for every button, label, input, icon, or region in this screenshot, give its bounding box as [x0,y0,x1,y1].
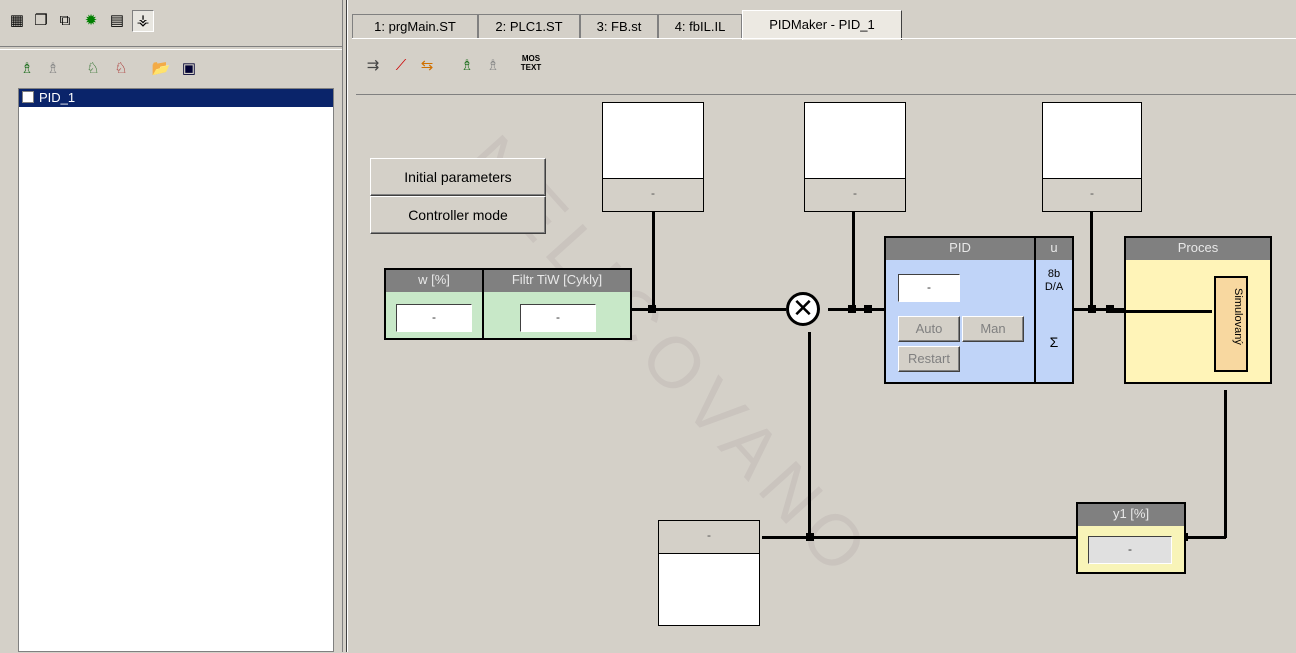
bug-icon[interactable]: ✹ [80,10,102,32]
display-value: - [805,178,905,211]
junction-node [864,305,872,313]
simulated-label: Simulovaný [1232,288,1244,345]
da-label: 8b D/A [1036,268,1072,294]
man-button[interactable]: Man [962,316,1024,342]
copy-icon[interactable]: ❐ [30,10,52,32]
display-value: - [1043,178,1141,211]
display-top-mid[interactable]: - [804,102,906,212]
wire-into-simulated [1106,310,1212,313]
filter-input[interactable]: - [520,304,596,332]
pid-header: PID [886,238,1034,260]
da-line2: D/A [1044,281,1064,293]
block-divider [1034,238,1036,382]
tree-item-checkbox[interactable] [22,91,34,103]
project-tree[interactable]: PID_1 [18,88,334,652]
wire-sum-pid [828,308,886,311]
pid-toolbar: ⇉ ⟋ ⇆ ♗ ♗ MOS TEXT [356,48,656,84]
pid-output-field[interactable]: - [898,274,960,302]
y1-block: y1 [%] - [1076,502,1186,574]
display-value: - [659,521,759,554]
mos-text-line1: MOS [521,54,541,63]
wire-process-down [1224,390,1227,538]
sigma-label: Σ [1049,334,1059,350]
controller-mode-button[interactable]: Controller mode [370,196,546,234]
wire-feedback-up [808,332,811,538]
tree-item-pid-1[interactable]: PID_1 [19,89,333,107]
open-folder-icon[interactable]: 📂 [150,58,172,80]
save-icon[interactable]: ▣ [178,58,200,80]
summing-junction: ✕ [786,292,820,326]
mos-text-line2: TEXT [520,63,542,72]
da-line1: 8b [1047,268,1061,280]
run-icon[interactable]: ♗ [16,58,38,80]
w-input[interactable]: - [396,304,472,332]
wire-to-y1 [1186,536,1226,539]
setpoint-block: w [%] Filtr TiW [Cykly] - - [384,268,632,340]
tab-plc1[interactable]: 2: PLC1.ST [478,14,580,38]
wire-top-mid-display [852,212,855,310]
y1-value-field[interactable]: - [1088,536,1172,564]
y1-header: y1 [%] [1078,504,1184,526]
block-divider [482,270,484,340]
filter-header: Filtr TiW [Cykly] [484,270,630,292]
junction-node [648,305,656,313]
wire-top-left-display [652,212,655,310]
tab-fbil[interactable]: 4: fbIL.IL [658,14,742,38]
display-top-right[interactable]: - [1042,102,1142,212]
restart-button[interactable]: Restart [898,346,960,372]
auto-button[interactable]: Auto [898,316,960,342]
simulated-button[interactable]: Simulovaný [1214,276,1248,372]
initial-parameters-button[interactable]: Initial parameters [370,158,546,196]
junction-node [848,305,856,313]
u-header: u [1036,238,1072,260]
panel-splitter[interactable] [342,0,352,652]
tab-prgmain[interactable]: 1: prgMain.ST [352,14,478,38]
refresh-icon[interactable]: ⇆ [416,55,438,77]
remove-node-icon[interactable]: ♘ [110,58,132,80]
files-icon[interactable]: ▦ [6,10,28,32]
toolbar-separator [0,46,342,50]
display-bottom[interactable]: - [658,520,760,626]
junction-node [1088,305,1096,313]
mos-text-icon[interactable]: MOS TEXT [518,54,544,72]
process-header: Proces [1126,238,1270,260]
display-top-left[interactable]: - [602,102,704,212]
library-icon[interactable]: ▤ [106,10,128,32]
pages-icon[interactable]: ⧉ [54,10,76,32]
tab-pidmaker[interactable]: PIDMaker - PID_1 [742,10,902,40]
stop-icon[interactable]: ♗ [482,55,504,77]
run-icon[interactable]: ♗ [456,55,478,77]
wire-top-right-display [1090,212,1093,310]
tab-strip-line [352,38,1296,39]
tree-item-label: PID_1 [39,90,76,105]
junction-node [806,533,814,541]
stop-icon[interactable]: ♗ [42,58,64,80]
network-icon[interactable]: ⚶ [132,10,154,32]
export-icon[interactable]: ⇉ [362,55,384,77]
left-bottom-toolbar: ♗ ♗ ♘ ♘ 📂 ▣ [0,52,342,82]
tab-fb[interactable]: 3: FB.st [580,14,658,38]
left-top-toolbar: ▦ ❐ ⧉ ✹ ▤ ⚶ [0,0,342,46]
display-value: - [603,178,703,211]
chart-icon[interactable]: ⟋ [390,55,412,77]
w-header: w [%] [386,270,482,292]
add-node-icon[interactable]: ♘ [82,58,104,80]
pid-block: PID u - Auto Man Restart 8b D/A Σ [884,236,1074,384]
